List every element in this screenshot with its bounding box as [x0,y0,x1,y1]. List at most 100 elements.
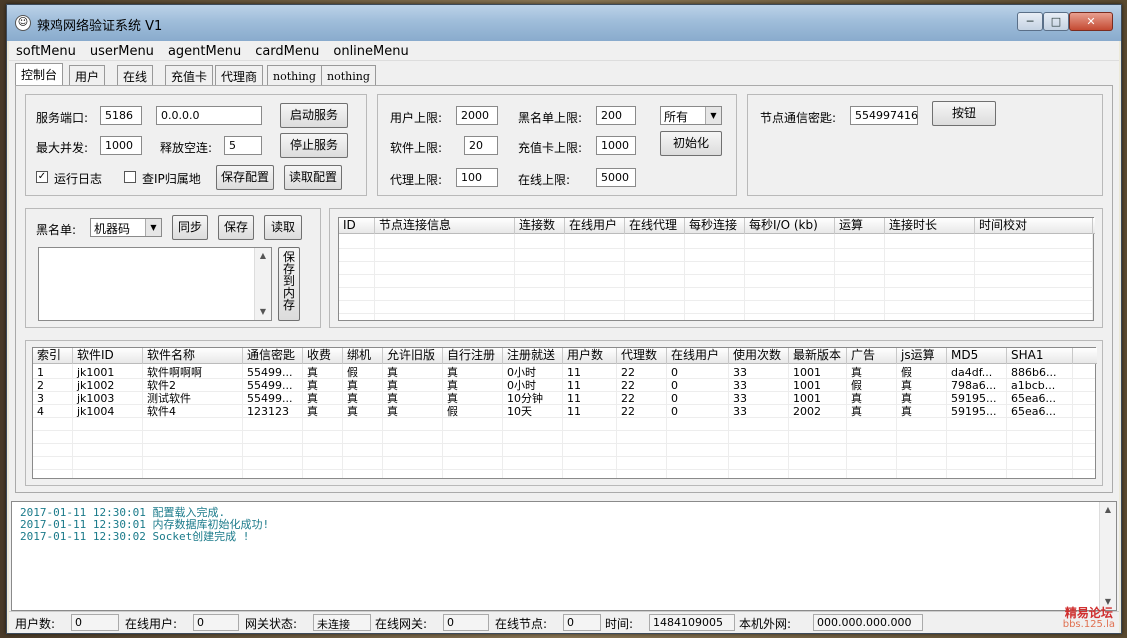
close-button[interactable]: ✕ [1069,12,1113,31]
col-soft-name[interactable]: 软件名称 [143,348,243,364]
save-to-memory-button[interactable]: 保 存 到 内 存 [278,247,300,321]
col-md5[interactable]: MD5 [947,348,1007,364]
node-table[interactable]: ID 节点连接信息 连接数 在线用户 在线代理 每秒连接 每秒I/O (kb) … [338,217,1095,321]
scope-select[interactable]: 所有 ▼ [660,106,722,125]
col-conn-duration[interactable]: 连接时长 [885,218,975,234]
menu-bar: softMenu userMenu agentMenu cardMenu onlineM… [9,41,1119,61]
blacklist-type-select[interactable]: 机器码 ▼ [90,218,162,237]
port-input[interactable]: 5186 [100,106,142,125]
col-ad[interactable]: 广告 [847,348,897,364]
menu-soft[interactable]: softMenu [9,41,83,59]
menu-card[interactable]: cardMenu [248,41,326,59]
grid-line [788,364,789,478]
scroll-up-icon[interactable]: ▲ [255,248,271,264]
online-limit-input[interactable]: 5000 [596,168,636,187]
tab-nothing-1[interactable]: nothing [267,65,322,85]
watermark-url: bbs.125.la [1062,619,1115,630]
server-group: 服务端口: 5186 0.0.0.0 启动服务 最大并发: 1000 释放空连:… [25,94,367,196]
grid-line [624,234,625,320]
col-soft-id[interactable]: 软件ID [73,348,143,364]
col-js-compute[interactable]: js运算 [897,348,947,364]
col-agent-count[interactable]: 代理数 [617,348,667,364]
col-io-per-sec[interactable]: 每秒I/O (kb) [745,218,835,234]
agent-limit-input[interactable]: 100 [456,168,498,187]
col-sha1[interactable]: SHA1 [1007,348,1073,364]
blacklist-textbox[interactable]: ▲ ▼ [38,247,272,321]
soft-limit-label: 软件上限: [390,141,443,155]
col-self-register[interactable]: 自行注册 [443,348,503,364]
col-index[interactable]: 索引 [33,348,73,364]
grid-line [33,430,1095,431]
title-bar[interactable]: ☺ 辣鸡网络验证系统 V1 ─ □ ✕ [7,5,1121,41]
stop-service-button[interactable]: 停止服务 [280,133,348,158]
scroll-up-icon[interactable]: ▲ [1100,502,1116,518]
console-panel: 服务端口: 5186 0.0.0.0 启动服务 最大并发: 1000 释放空连:… [15,85,1113,493]
status-nodes-label: 在线节点: [495,617,548,631]
node-key-input[interactable]: 554997416 [850,106,918,125]
scroll-down-icon[interactable]: ▼ [255,304,271,320]
max-conc-input[interactable]: 1000 [100,136,142,155]
tab-users[interactable]: 用户 [69,65,106,85]
soft-limit-input[interactable]: 20 [464,136,498,155]
col-charge[interactable]: 收费 [303,348,343,364]
blacklist-limit-input[interactable]: 200 [596,106,636,125]
col-comm-key[interactable]: 通信密匙 [243,348,303,364]
ip-lookup-checkbox[interactable] [124,171,136,183]
chevron-down-icon: ▼ [145,219,161,236]
minimize-button[interactable]: ─ [1017,12,1043,31]
ip-input[interactable]: 0.0.0.0 [156,106,262,125]
grid-line [744,234,745,320]
grid-line [382,364,383,478]
col-latest-version[interactable]: 最新版本 [789,348,847,364]
col-node-info[interactable]: 节点连接信息 [375,218,515,234]
grid-line [302,364,303,478]
blacklist-read-button[interactable]: 读取 [264,215,302,240]
col-allow-old[interactable]: 允许旧版 [383,348,443,364]
col-conn-per-sec[interactable]: 每秒连接 [685,218,745,234]
grid-line [616,364,617,478]
grid-line [684,234,685,320]
user-limit-input[interactable]: 2000 [456,106,498,125]
grid-line [666,364,667,478]
grid-line [342,364,343,478]
software-table[interactable]: 索引 软件ID 软件名称 通信密匙 收费 绑机 允许旧版 自行注册 注册就送 用… [32,347,1097,479]
start-service-button[interactable]: 启动服务 [280,103,348,128]
tab-agents[interactable]: 代理商 [215,65,264,85]
menu-online[interactable]: onlineMenu [326,41,415,59]
grid-line [502,364,503,478]
tab-console[interactable]: 控制台 [15,63,64,85]
maximize-button[interactable]: □ [1043,12,1069,31]
node-button[interactable]: 按钮 [932,101,996,126]
col-compute[interactable]: 运算 [835,218,885,234]
sync-button[interactable]: 同步 [172,215,208,240]
release-input[interactable]: 5 [224,136,262,155]
col-id[interactable]: ID [339,218,375,234]
col-online-users[interactable]: 在线用户 [565,218,625,234]
menu-user[interactable]: userMenu [83,41,161,59]
grid-line [339,274,1093,275]
log-textbox[interactable]: 2017-01-11 12:30:01 配置载入完成. 2017-01-11 1… [11,501,1117,611]
tab-nothing-2[interactable]: nothing [321,65,376,85]
menu-agent[interactable]: agentMenu [161,41,248,59]
card-limit-input[interactable]: 1000 [596,136,636,155]
save-config-button[interactable]: 保存配置 [216,165,274,190]
col-register-gift[interactable]: 注册就送 [503,348,563,364]
load-config-button[interactable]: 读取配置 [284,165,342,190]
log-scrollbar[interactable]: ▲ ▼ [1099,502,1116,610]
init-button[interactable]: 初始化 [660,131,722,156]
grid-line [564,234,565,320]
blacklist-save-button[interactable]: 保存 [218,215,254,240]
col-user-count[interactable]: 用户数 [563,348,617,364]
col-use-count[interactable]: 使用次数 [729,348,789,364]
col-conn-count[interactable]: 连接数 [515,218,565,234]
status-online: 0 [193,614,239,631]
col-bind[interactable]: 绑机 [343,348,383,364]
tab-online[interactable]: 在线 [117,65,154,85]
run-log-checkbox[interactable]: ✓ [36,171,48,183]
tab-cards[interactable]: 充值卡 [165,65,214,85]
col-time-sync[interactable]: 时间校对 [975,218,1093,234]
col-online-agents[interactable]: 在线代理 [625,218,685,234]
blacklist-scrollbar[interactable]: ▲ ▼ [254,248,271,320]
col-online-users[interactable]: 在线用户 [667,348,729,364]
grid-line [374,234,375,320]
